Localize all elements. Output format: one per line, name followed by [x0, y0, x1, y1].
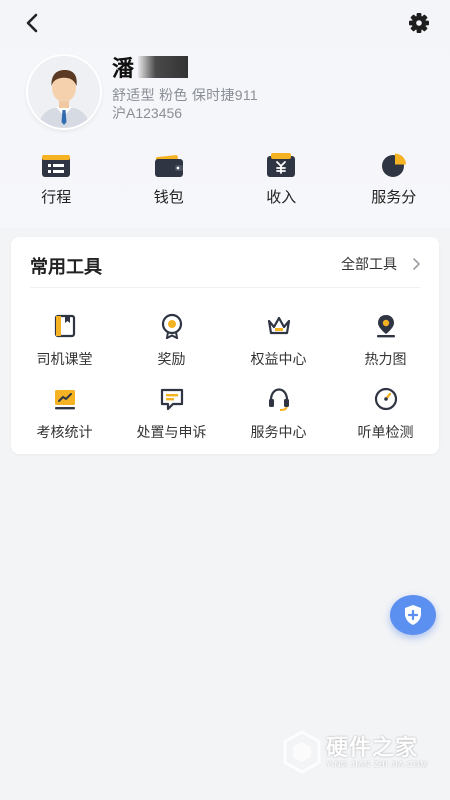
quick-actions: 行程 钱包 收入 服务分	[0, 152, 450, 212]
quick-action-label: 行程	[41, 189, 72, 206]
tool-rewards[interactable]: 奖励	[118, 313, 225, 369]
name-redaction	[138, 56, 189, 78]
wallet-icon	[154, 155, 183, 177]
tool-label: 听单检测	[357, 424, 414, 440]
quick-action-income[interactable]: 收入	[225, 152, 338, 212]
chevron-left-icon	[26, 13, 38, 33]
divider	[30, 287, 420, 288]
license-plate: 沪A123456	[112, 105, 183, 121]
chevron-right-icon	[413, 258, 420, 270]
trip-list-icon	[42, 155, 71, 177]
headset-icon	[268, 388, 289, 411]
quick-action-label: 收入	[266, 189, 297, 206]
tools-title: 常用工具	[30, 257, 102, 277]
tool-benefits-center[interactable]: 权益中心	[225, 313, 332, 369]
watermark-title: 硬件之家	[326, 735, 419, 760]
watermark-subtitle: YING JIAN ZHI JIA.COM	[326, 760, 428, 769]
back-button[interactable]	[18, 8, 48, 38]
book-icon	[54, 314, 75, 338]
watermark: 硬件之家 YING JIAN ZHI JIA.COM	[282, 728, 442, 776]
crown-icon	[267, 316, 290, 335]
quick-action-label: 服务分	[371, 189, 417, 206]
tool-service-center[interactable]: 服务中心	[225, 386, 332, 442]
tool-label: 热力图	[364, 351, 407, 367]
quick-action-trips[interactable]: 行程	[0, 152, 113, 212]
quick-action-wallet[interactable]: 钱包	[113, 152, 226, 212]
map-pin-icon	[376, 315, 395, 338]
tools-grid: 司机课堂 奖励 权益中心 热力图 考核统计 处置与申诉 服务中心 听单检测	[11, 313, 439, 442]
gear-icon	[409, 13, 429, 33]
quick-action-service-score[interactable]: 服务分	[338, 152, 450, 212]
all-tools-link[interactable]: 全部工具	[341, 254, 421, 274]
medal-icon	[161, 313, 182, 339]
hexagon-logo-icon	[283, 730, 321, 774]
common-tools-card: 常用工具 全部工具 司机课堂 奖励 权益中心 热力图 考核统计 处置与申诉 服务…	[11, 237, 439, 454]
driver-name: 潘	[112, 56, 135, 81]
driver-name-row: 潘	[112, 52, 189, 82]
settings-button[interactable]	[404, 8, 434, 38]
quick-action-label: 钱包	[153, 189, 184, 206]
service-score-icon	[381, 153, 406, 177]
car-info: 舒适型 粉色 保时捷911	[112, 87, 258, 103]
message-icon	[160, 388, 183, 411]
tool-disposal-appeal[interactable]: 处置与申诉	[118, 386, 225, 442]
tool-assessment-stats[interactable]: 考核统计	[11, 386, 118, 442]
chart-icon	[54, 390, 75, 410]
tool-label: 奖励	[157, 351, 186, 367]
tool-label: 考核统计	[36, 424, 93, 440]
avatar[interactable]	[28, 56, 100, 128]
driver-avatar-icon	[28, 56, 100, 128]
tool-label: 服务中心	[250, 424, 307, 440]
income-icon	[267, 153, 296, 177]
tool-label: 权益中心	[250, 351, 307, 367]
floating-action-button[interactable]	[390, 595, 436, 635]
tool-heatmap[interactable]: 热力图	[332, 313, 439, 369]
tool-label: 处置与申诉	[136, 424, 207, 440]
shield-plus-icon	[405, 605, 421, 625]
all-tools-label: 全部工具	[341, 256, 397, 272]
tool-driver-class[interactable]: 司机课堂	[11, 313, 118, 369]
tool-label: 司机课堂	[36, 351, 93, 367]
gauge-icon	[374, 387, 397, 411]
tool-order-listening-check[interactable]: 听单检测	[332, 386, 439, 442]
